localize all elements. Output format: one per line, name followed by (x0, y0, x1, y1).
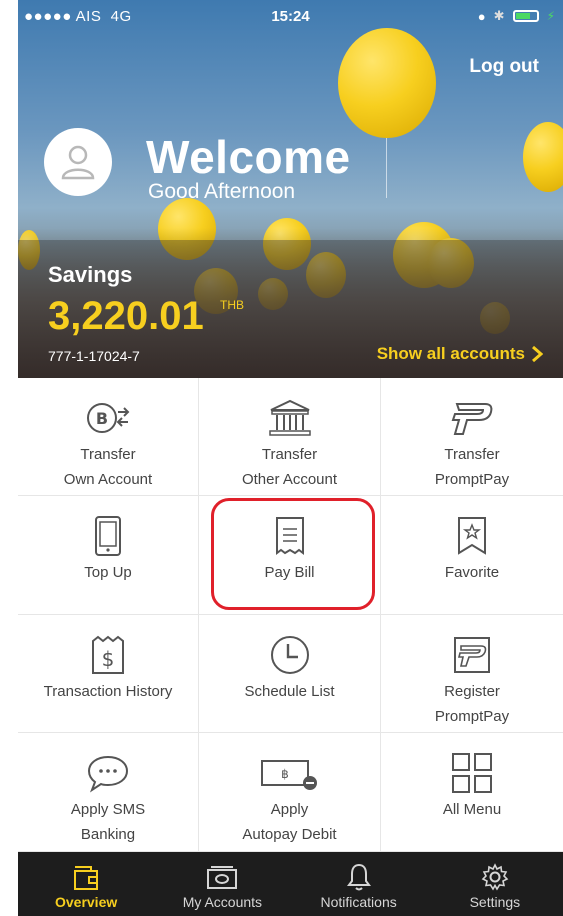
baht-transfer-icon: B (84, 396, 132, 440)
show-all-accounts-button[interactable]: Show all accounts (377, 344, 543, 364)
account-currency: THB (220, 298, 244, 312)
receipt-icon (273, 514, 307, 558)
menu-grid: B Transfer Own Account Transfer Other Ac… (18, 378, 563, 852)
menu-transfer-promptpay[interactable]: Transfer PromptPay (381, 378, 563, 496)
star-bookmark-icon (456, 514, 488, 558)
menu-transfer-own-account[interactable]: B Transfer Own Account (18, 378, 199, 496)
mobile-icon (93, 514, 123, 558)
menu-all-menu[interactable]: All Menu (381, 733, 563, 852)
autopay-card-icon: ฿ (258, 751, 322, 795)
promptpay-icon (447, 396, 497, 440)
account-number: 777-1-17024-7 (48, 348, 140, 364)
money-icon (205, 860, 239, 894)
clock-icon (269, 633, 311, 677)
menu-pay-bill[interactable]: Pay Bill (199, 496, 381, 615)
svg-text:B: B (96, 409, 108, 428)
dollar-receipt-icon: $ (90, 633, 126, 677)
tab-notifications[interactable]: Notifications (291, 852, 427, 916)
menu-favorite[interactable]: Favorite (381, 496, 563, 615)
welcome-title: Welcome (146, 131, 351, 183)
app-screen: ●●●●● AIS 4G 15:24 ● ✱ ⚡ Log out Welcome… (18, 0, 563, 916)
alarm-icon: ● (477, 8, 486, 24)
menu-register-promptpay[interactable]: Register PromptPay (381, 615, 563, 733)
tab-settings[interactable]: Settings (427, 852, 563, 916)
gear-icon (480, 860, 510, 894)
balloon-decoration (338, 28, 436, 138)
menu-transfer-other-account[interactable]: Transfer Other Account (199, 378, 381, 496)
menu-schedule-list[interactable]: Schedule List (199, 615, 381, 733)
menu-apply-sms-banking[interactable]: Apply SMS Banking (18, 733, 199, 852)
account-name: Savings (48, 262, 133, 287)
register-promptpay-icon (449, 633, 495, 677)
chat-bubble-icon (86, 751, 130, 795)
svg-text:$: $ (102, 647, 115, 671)
balloon-decoration (523, 122, 563, 192)
logout-button[interactable]: Log out (469, 56, 539, 78)
tab-my-accounts[interactable]: My Accounts (154, 852, 290, 916)
svg-text:฿: ฿ (281, 767, 289, 781)
charging-icon: ⚡ (546, 9, 555, 23)
grid-icon (450, 751, 494, 795)
menu-transaction-history[interactable]: $ Transaction History (18, 615, 199, 733)
tab-bar: Overview My Accounts Notifications Setti… (18, 852, 563, 916)
status-bar: ●●●●● AIS 4G 15:24 ● ✱ ⚡ (18, 0, 563, 34)
wallet-icon (71, 860, 101, 894)
bank-icon (267, 396, 313, 440)
bluetooth-icon: ✱ (493, 8, 505, 23)
battery-icon (512, 10, 539, 22)
bell-icon (345, 860, 373, 894)
account-balance: 3,220.01 (48, 294, 204, 338)
avatar[interactable] (44, 128, 112, 196)
chevron-right-icon (532, 345, 543, 363)
tab-overview[interactable]: Overview (18, 852, 154, 916)
greeting-text: Good Afternoon (148, 180, 296, 203)
menu-top-up[interactable]: Top Up (18, 496, 199, 615)
menu-apply-autopay-debit[interactable]: ฿ Apply Autopay Debit (199, 733, 381, 852)
user-icon (61, 145, 95, 180)
